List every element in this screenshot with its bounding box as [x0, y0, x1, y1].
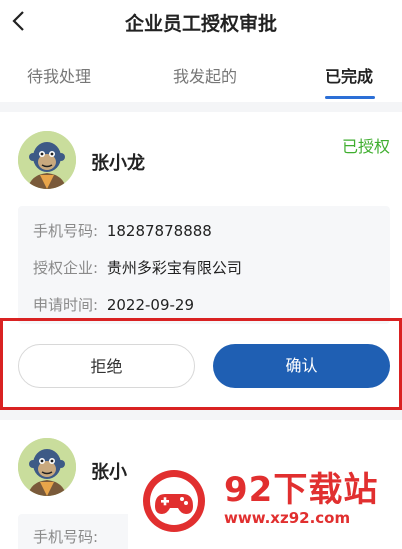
status-badge: 已授权	[341, 137, 390, 156]
time-label: 申请时间:	[33, 296, 99, 314]
reject-button[interactable]: 拒绝	[18, 344, 195, 388]
time-value: 2022-09-29	[106, 296, 195, 314]
watermark-url: www.xz92.com	[224, 509, 351, 527]
company-row: 授权企业: 贵州多彩宝有限公司	[33, 257, 242, 278]
ape-avatar-icon	[18, 438, 76, 496]
tab-completed[interactable]: 已完成	[325, 63, 373, 87]
tab-initiated[interactable]: 我发起的	[173, 63, 237, 87]
time-row: 申请时间: 2022-09-29	[33, 294, 194, 315]
phone-label: 手机号码:	[33, 222, 99, 240]
company-value: 贵州多彩宝有限公司	[106, 259, 242, 277]
tab-bar: 待我处理 我发起的 已完成	[0, 46, 402, 102]
applicant-name: 张小	[91, 462, 127, 483]
gamepad-logo-icon	[143, 470, 205, 532]
app-header: 企业员工授权审批	[0, 0, 402, 46]
page-title: 企业员工授权审批	[124, 13, 277, 35]
applicant-name: 张小龙	[91, 153, 145, 174]
phone-row: 手机号码:	[33, 526, 98, 547]
ape-avatar-icon	[18, 131, 76, 189]
watermark: 92下载站 www.xz92.com	[128, 452, 402, 549]
watermark-title: 92下载站	[224, 470, 379, 510]
avatar	[18, 131, 76, 189]
info-panel: 手机号码: 18287878888 授权企业: 贵州多彩宝有限公司 申请时间: …	[18, 206, 390, 324]
phone-value: 18287878888	[106, 222, 212, 240]
phone-label: 手机号码:	[33, 528, 99, 546]
tab-pending[interactable]: 待我处理	[27, 63, 91, 87]
avatar	[18, 438, 76, 496]
confirm-button[interactable]: 确认	[213, 344, 390, 388]
approval-card: 张小龙 已授权 手机号码: 18287878888 授权企业: 贵州多彩宝有限公…	[0, 112, 402, 410]
active-tab-indicator	[325, 96, 375, 99]
company-label: 授权企业:	[33, 259, 99, 277]
phone-row: 手机号码: 18287878888	[33, 220, 212, 241]
